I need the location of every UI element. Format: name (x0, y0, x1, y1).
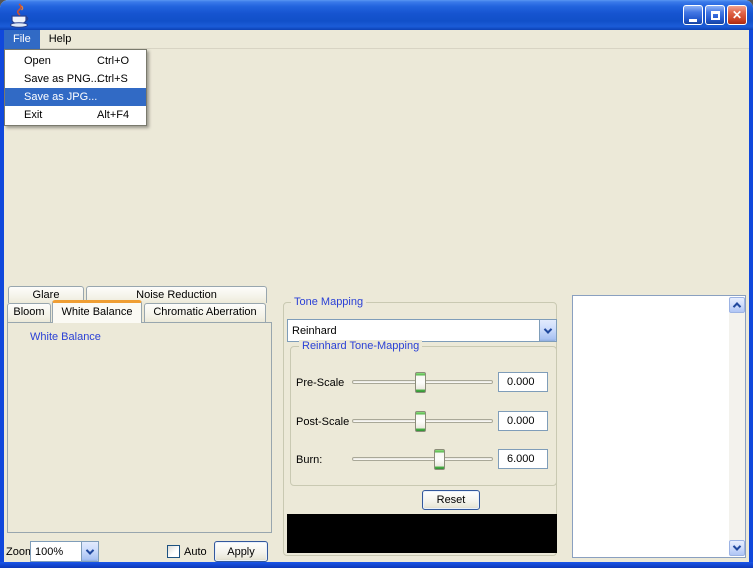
burn-slider[interactable] (352, 449, 493, 470)
window-border-bottom (0, 562, 753, 568)
tone-curve-preview (287, 514, 557, 553)
file-menu-popup: Open Ctrl+O Save as PNG... Ctrl+S Save a… (4, 49, 147, 126)
menu-bar: File Help (4, 30, 749, 49)
menu-help[interactable]: Help (40, 30, 81, 49)
slider-thumb[interactable] (434, 449, 445, 470)
menu-item-save-as-png[interactable]: Save as PNG... Ctrl+S (5, 70, 146, 88)
tone-mapping-operator-value: Reinhard (288, 325, 539, 337)
menu-item-label: Open (24, 52, 51, 70)
button-label: Reset (437, 494, 466, 506)
maximize-button[interactable] (705, 5, 725, 25)
pre-scale-field[interactable] (498, 372, 548, 392)
maximize-icon (711, 11, 720, 20)
menu-item-label: Exit (24, 106, 42, 124)
menu-item-shortcut: Ctrl+S (97, 70, 128, 88)
close-button[interactable]: ✕ (727, 5, 747, 25)
app-window: ✕ File Help Open Ctrl+O Save as PNG... C… (0, 0, 753, 568)
post-scale-slider[interactable] (352, 411, 493, 432)
menu-item-open[interactable]: Open Ctrl+O (5, 52, 146, 70)
scroll-down-icon (733, 542, 741, 550)
close-icon: ✕ (732, 9, 742, 21)
tone-mapping-reset-button[interactable]: Reset (422, 490, 480, 510)
scrollbar-track[interactable] (729, 313, 745, 540)
menu-item-shortcut: Ctrl+O (97, 52, 129, 70)
chevron-down-icon[interactable] (539, 320, 556, 341)
white-balance-tab-page (7, 322, 272, 533)
tab-chromatic-aberration[interactable]: Chromatic Aberration (144, 303, 266, 322)
menu-item-exit[interactable]: Exit Alt+F4 (5, 106, 146, 124)
minimize-button[interactable] (683, 5, 703, 25)
tone-mapping-group-title: Tone Mapping (291, 296, 366, 308)
post-scale-label: Post-Scale (296, 416, 349, 428)
title-bar[interactable]: ✕ (0, 0, 753, 30)
java-logo-icon (8, 3, 30, 28)
image-preview-pane[interactable] (572, 295, 746, 558)
scroll-up-button[interactable] (729, 297, 745, 313)
slider-thumb[interactable] (415, 411, 426, 432)
scroll-down-button[interactable] (729, 540, 745, 556)
menu-file[interactable]: File (4, 30, 40, 49)
slider-track[interactable] (352, 457, 493, 461)
menu-item-label: Save as PNG... (24, 70, 100, 88)
menu-item-save-as-jpg[interactable]: Save as JPG... (5, 88, 146, 106)
tab-bloom[interactable]: Bloom (7, 303, 51, 322)
tone-mapping-operator-combo[interactable]: Reinhard (287, 319, 557, 342)
window-border-right (749, 30, 753, 568)
reinhard-group-title: Reinhard Tone-Mapping (299, 340, 422, 352)
pre-scale-slider[interactable] (352, 372, 493, 393)
auto-label: Auto (184, 546, 207, 558)
zoom-combo[interactable]: 100% (30, 541, 99, 562)
zoom-combo-value: 100% (31, 546, 81, 558)
menu-item-shortcut: Alt+F4 (97, 106, 129, 124)
button-label: Apply (227, 546, 255, 558)
burn-field[interactable] (498, 449, 548, 469)
burn-label: Burn: (296, 454, 322, 466)
slider-thumb[interactable] (415, 372, 426, 393)
menu-item-label: Save as JPG... (24, 88, 97, 106)
minimize-icon (689, 19, 697, 22)
apply-button[interactable]: Apply (214, 541, 268, 562)
tab-white-balance[interactable]: White Balance (52, 300, 142, 323)
white-balance-group-title: White Balance (27, 331, 104, 343)
scroll-up-icon (733, 302, 741, 310)
auto-checkbox[interactable] (167, 545, 180, 558)
chevron-down-icon[interactable] (81, 542, 98, 561)
post-scale-field[interactable] (498, 411, 548, 431)
pre-scale-label: Pre-Scale (296, 377, 344, 389)
